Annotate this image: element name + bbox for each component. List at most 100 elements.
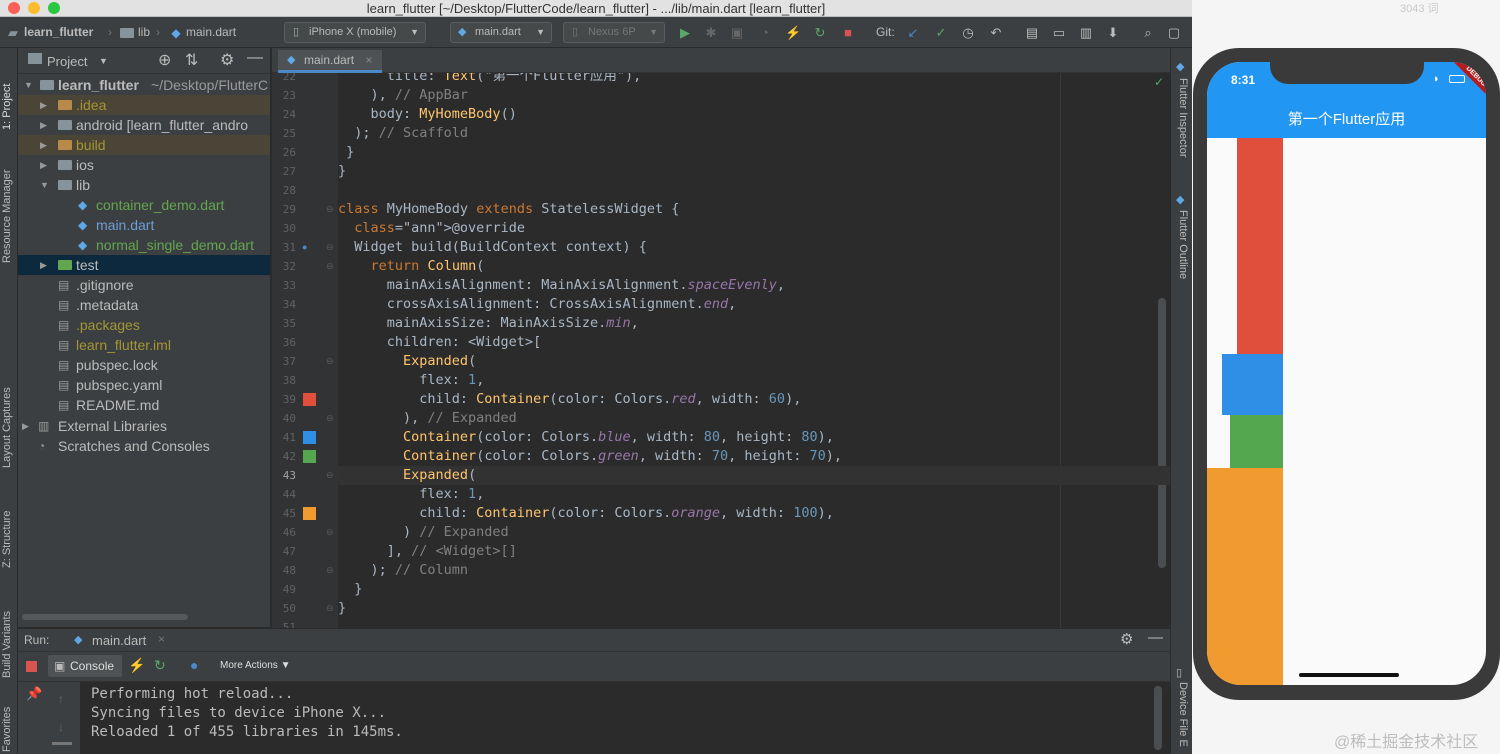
tree-item-metadata[interactable]: ▤ .metadata: [18, 295, 270, 315]
project-view-selector[interactable]: Project: [47, 54, 87, 69]
tree-item-lib[interactable]: ▼ lib: [18, 175, 270, 195]
tree-item-normal-single-demo[interactable]: ◆ normal_single_demo.dart: [18, 235, 270, 255]
tool-tab-project[interactable]: 1: Project: [1, 84, 13, 130]
tree-item-build[interactable]: ▶ build: [18, 135, 270, 155]
console-scrollbar[interactable]: [1154, 686, 1162, 750]
tool-tab-build-variants[interactable]: Build Variants: [1, 611, 13, 678]
override-marker-icon[interactable]: ●: [302, 242, 307, 252]
tree-item-test[interactable]: ▶ test: [18, 255, 270, 275]
hide-panel-icon[interactable]: —: [1148, 629, 1163, 646]
tree-item-pubspec-yaml[interactable]: ▤ pubspec.yaml: [18, 375, 270, 395]
tool-tab-flutter-inspector[interactable]: Flutter Inspector: [1177, 78, 1189, 157]
tool-tab-flutter-outline[interactable]: Flutter Outline: [1177, 210, 1189, 279]
expand-arrow-icon[interactable]: ▼: [24, 75, 33, 95]
expand-arrow-icon[interactable]: ▶: [40, 155, 47, 175]
fold-marker-icon[interactable]: ⊖: [326, 242, 334, 253]
tree-item-packages[interactable]: ▤ .packages: [18, 315, 270, 335]
git-update-icon[interactable]: ↙: [905, 25, 921, 41]
debug-icon[interactable]: ✱: [703, 25, 719, 41]
tree-item-learn-flutter[interactable]: ▼ learn_flutter ~/Desktop/FlutterC: [18, 75, 270, 95]
pin-icon[interactable]: 📌: [26, 686, 42, 702]
tree-item-ios[interactable]: ▶ ios: [18, 155, 270, 175]
tool-tab-structure[interactable]: Z: Structure: [1, 511, 13, 568]
hot-reload-icon[interactable]: ⚡: [785, 25, 801, 41]
collapse-all-icon[interactable]: ⇅: [185, 50, 198, 70]
tree-item-scratches[interactable]: ◔ Scratches and Consoles: [18, 436, 270, 456]
expand-arrow-icon[interactable]: ▶: [40, 115, 47, 135]
coverage-icon[interactable]: ▣: [729, 25, 745, 41]
emulator-selector[interactable]: ▯ Nexus 6P ▼: [563, 22, 665, 43]
hot-restart-icon[interactable]: ↻: [812, 25, 828, 41]
tool-tab-layout-captures[interactable]: Layout Captures: [1, 387, 13, 468]
breadcrumb-file[interactable]: main.dart: [186, 25, 236, 39]
avd-manager-icon[interactable]: ▥: [1078, 25, 1094, 41]
soft-wrap-icon[interactable]: [52, 742, 72, 745]
window-layout-icon[interactable]: ▭: [1051, 25, 1067, 41]
color-swatch-icon[interactable]: [303, 507, 316, 520]
stop-icon[interactable]: [26, 661, 37, 672]
gear-icon[interactable]: ⚙: [1120, 630, 1133, 648]
expand-arrow-icon[interactable]: ▶: [40, 135, 47, 155]
gear-icon[interactable]: ⚙: [220, 50, 234, 70]
run-tab-main-dart[interactable]: main.dart: [92, 633, 146, 648]
hot-reload-icon[interactable]: ⚡: [128, 657, 145, 674]
color-swatch-icon[interactable]: [303, 393, 316, 406]
color-swatch-icon[interactable]: [303, 450, 316, 463]
fold-marker-icon[interactable]: ⊖: [326, 204, 334, 215]
down-arrow-icon[interactable]: ↓: [58, 720, 64, 734]
tab-main-dart[interactable]: ◆ main.dart ×: [278, 50, 383, 73]
close-tab-icon[interactable]: ×: [365, 53, 372, 67]
more-actions-button[interactable]: More Actions ▼: [220, 660, 291, 671]
settings-icon[interactable]: ▢: [1166, 25, 1182, 41]
expand-arrow-icon[interactable]: ▶: [40, 255, 47, 275]
search-icon[interactable]: ⌕: [1140, 25, 1156, 41]
tool-tab-device-file-explorer[interactable]: Device File E: [1177, 682, 1189, 747]
tree-item-gitignore[interactable]: ▤ .gitignore: [18, 275, 270, 295]
devtools-icon[interactable]: ●: [190, 657, 198, 673]
expand-arrow-icon[interactable]: ▶: [22, 416, 29, 436]
up-arrow-icon[interactable]: ↑: [58, 692, 64, 706]
tree-item-android[interactable]: ▶ android [learn_flutter_andro: [18, 115, 270, 135]
device-selector[interactable]: ▯ iPhone X (mobile) ▼: [284, 22, 426, 43]
fold-marker-icon[interactable]: ⊖: [326, 470, 334, 481]
fold-marker-icon[interactable]: ⊖: [326, 261, 334, 272]
color-swatch-icon[interactable]: [303, 431, 316, 444]
sdk-manager-icon[interactable]: ⬇: [1105, 25, 1121, 41]
hide-panel-icon[interactable]: —: [247, 49, 263, 67]
console-output[interactable]: 📌 ↑ ↓ Performing hot reload... Syncing f…: [18, 682, 1170, 754]
tree-item-external-libraries[interactable]: ▶ ▥ External Libraries: [18, 416, 270, 436]
tree-item-readme[interactable]: ▤ README.md: [18, 395, 270, 415]
breadcrumb-project[interactable]: learn_flutter: [24, 25, 93, 39]
close-tab-icon[interactable]: ×: [158, 632, 165, 646]
tool-tab-favorites[interactable]: Favorites: [1, 707, 13, 752]
chevron-down-icon[interactable]: ▼: [99, 56, 108, 66]
tree-item-pubspec-lock[interactable]: ▤ pubspec.lock: [18, 355, 270, 375]
stop-icon[interactable]: ■: [840, 25, 856, 41]
tree-item-iml[interactable]: ▤ learn_flutter.iml: [18, 335, 270, 355]
code-editor[interactable]: ✓ title: Text("第一个Flutter应用"), ), // App…: [338, 73, 1170, 628]
fold-marker-icon[interactable]: ⊖: [326, 603, 334, 614]
phone-screen[interactable]: 8:31 ◗ 第一个Flutter应用 DEBUG: [1207, 62, 1486, 685]
git-commit-icon[interactable]: ✓: [933, 25, 949, 41]
run-config-selector[interactable]: ◆ main.dart ▼: [450, 22, 552, 43]
run-icon[interactable]: ▶: [677, 25, 693, 41]
console-tab[interactable]: ▣ Console: [48, 655, 123, 677]
project-structure-icon[interactable]: ▤: [1024, 25, 1040, 41]
vertical-scrollbar[interactable]: [1158, 298, 1166, 568]
tree-item-container-demo[interactable]: ◆ container_demo.dart: [18, 195, 270, 215]
fold-marker-icon[interactable]: ⊖: [326, 527, 334, 538]
fold-marker-icon[interactable]: ⊖: [326, 356, 334, 367]
locate-icon[interactable]: ⊕: [158, 50, 171, 70]
hot-restart-icon[interactable]: ↻: [154, 657, 166, 674]
history-icon[interactable]: ◷: [960, 25, 976, 41]
fold-marker-icon[interactable]: ⊖: [326, 565, 334, 576]
expand-arrow-icon[interactable]: ▶: [40, 95, 47, 115]
fold-marker-icon[interactable]: ⊖: [326, 413, 334, 424]
breadcrumb-lib[interactable]: lib: [138, 25, 150, 39]
horizontal-scrollbar[interactable]: [22, 614, 188, 620]
profile-icon[interactable]: ◔: [757, 25, 773, 41]
tool-tab-resource-manager[interactable]: Resource Manager: [1, 169, 13, 263]
tree-item-idea[interactable]: ▶ .idea: [18, 95, 270, 115]
tree-item-main-dart[interactable]: ◆ main.dart: [18, 215, 270, 235]
expand-arrow-icon[interactable]: ▼: [40, 175, 49, 195]
